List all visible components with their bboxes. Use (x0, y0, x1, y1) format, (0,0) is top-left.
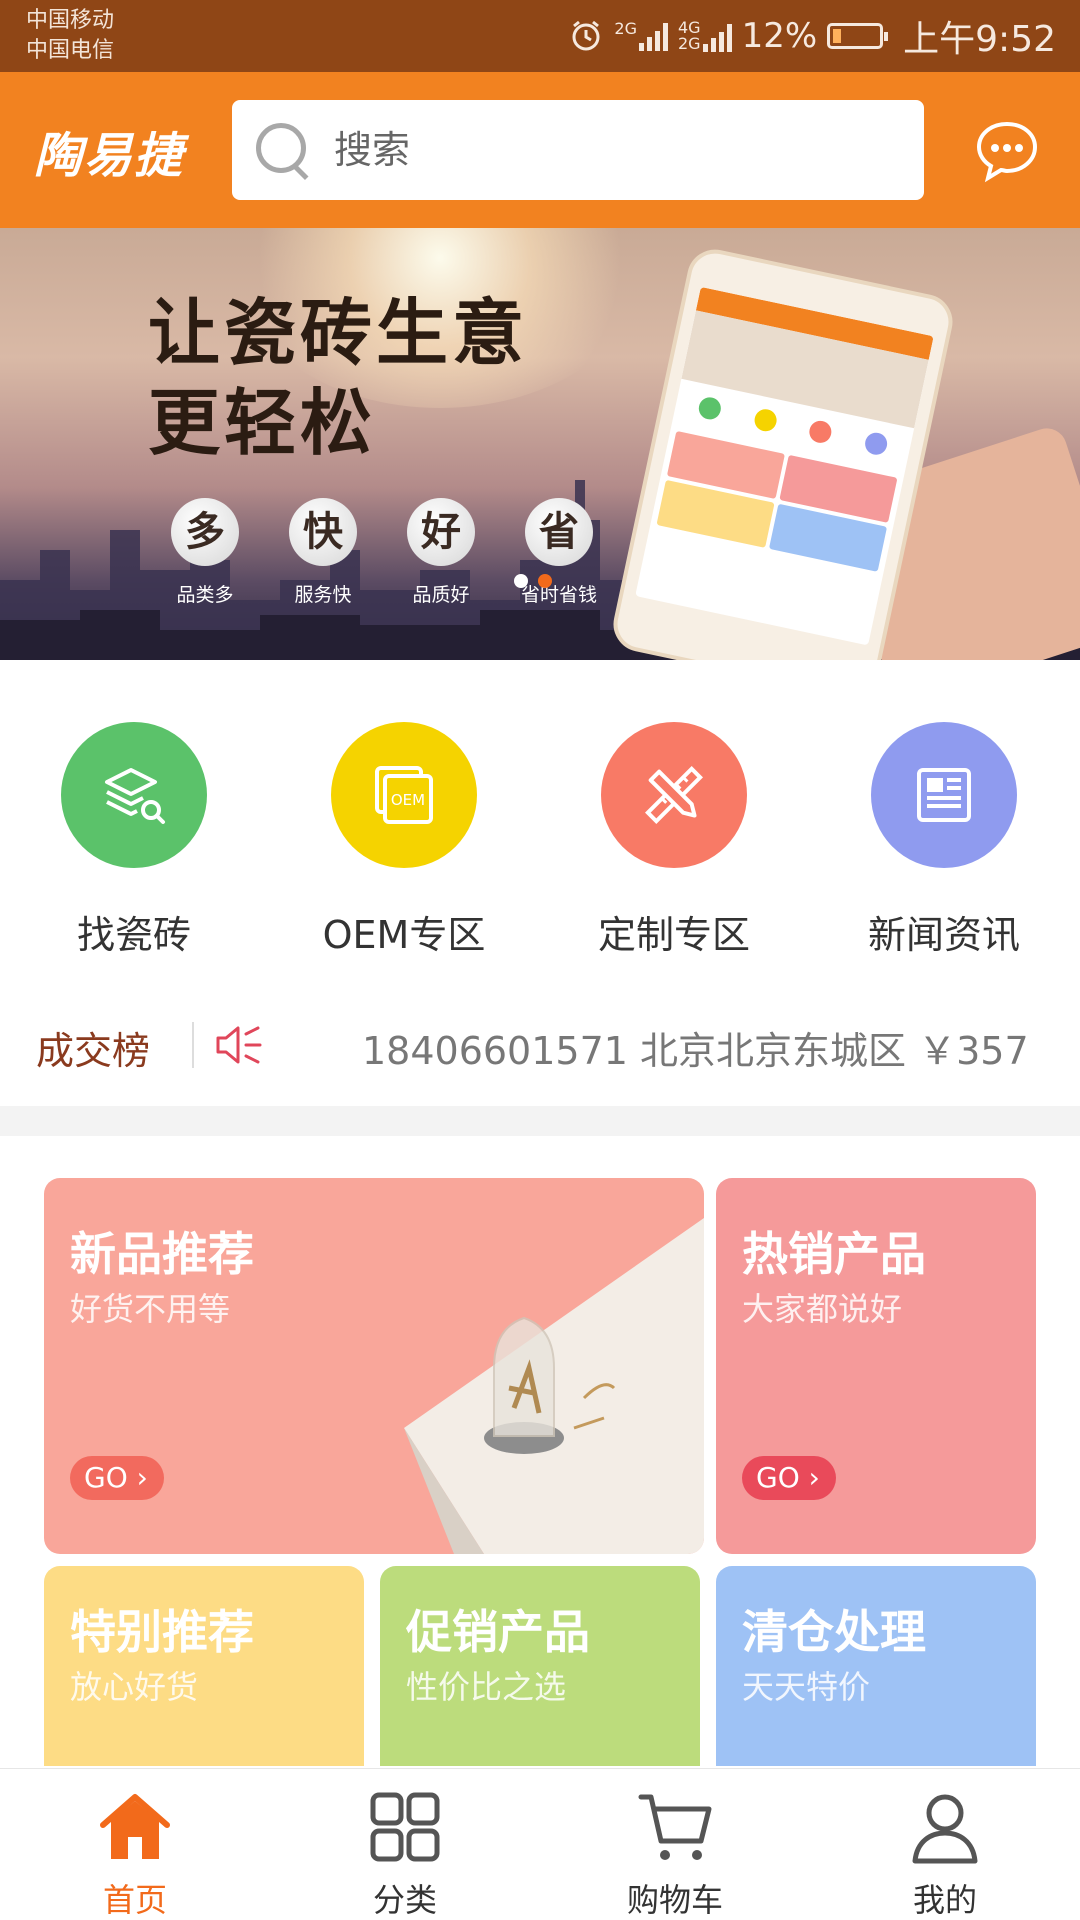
nav-item-profile[interactable]: 我的 (810, 1769, 1080, 1920)
search-bar[interactable] (232, 100, 924, 200)
alarm-icon (572, 20, 600, 51)
nav-item-cart[interactable]: 购物车 (540, 1769, 810, 1920)
card-clearance[interactable]: 清仓处理 天天特价 (716, 1566, 1036, 1766)
quick-link-find-tiles[interactable]: 找瓷砖 (34, 722, 234, 959)
layers-search-icon (61, 722, 207, 868)
banner-tag-label: 品质好 (412, 584, 470, 606)
quick-link-label: 找瓷砖 (76, 913, 191, 957)
signal-2-label-bottom: 2G (678, 34, 701, 53)
quick-link-label: 定制专区 (597, 913, 750, 957)
chevron-right-icon: › (808, 1461, 820, 1494)
oem-icon-text: OEM (391, 791, 425, 809)
quick-link-oem[interactable]: OEM OEM专区 (304, 722, 504, 959)
ticker-text: 18406601571 北京北京东城区 ￥357 (362, 1029, 1029, 1073)
nav-label: 分类 (372, 1881, 437, 1919)
card-title: 清仓处理 (742, 1605, 926, 1659)
battery-percent: 12% (741, 16, 818, 56)
card-special[interactable]: 特别推荐 放心好货 (44, 1566, 364, 1766)
banner-title: 让瓷砖生意 更轻松 (148, 288, 528, 468)
user-icon (912, 1794, 978, 1864)
banner-tag-char: 快 (289, 498, 357, 566)
banner-tags: 多 品类多 快 服务快 好 品质好 省 省时省钱 (146, 498, 618, 607)
banner-tag: 省 省时省钱 (500, 498, 618, 607)
banner-tag-char: 省 (525, 498, 593, 566)
nav-item-home[interactable]: 首页 (0, 1769, 270, 1920)
quick-link-label: OEM专区 (322, 913, 486, 957)
app-header: 陶易捷 (0, 72, 1080, 228)
carousel-dot-active[interactable] (538, 574, 552, 588)
signal-2-icon: 4G 2G (678, 20, 732, 52)
banner-tag: 多 品类多 (146, 498, 264, 607)
promo-banner[interactable]: 让瓷砖生意 更轻松 多 品类多 快 服务快 好 品质好 省 省时省钱 (0, 228, 1080, 660)
quick-links: 找瓷砖 OEM OEM专区 定制专区 新闻资讯 (0, 660, 1080, 990)
nav-label: 首页 (102, 1881, 167, 1919)
carrier-2: 中国电信 (26, 38, 115, 63)
go-button[interactable]: GO › (742, 1456, 836, 1500)
tile-product-image (404, 1218, 704, 1554)
card-title: 特别推荐 (70, 1605, 254, 1659)
go-button[interactable]: GO › (70, 1456, 164, 1500)
battery-icon (827, 23, 889, 49)
nav-item-category[interactable]: 分类 (270, 1769, 540, 1920)
bottom-nav: 首页 分类 购物车 我的 (0, 1768, 1080, 1920)
carousel-dot[interactable] (514, 574, 528, 588)
search-icon (252, 119, 314, 181)
ticker-divider (192, 1022, 194, 1068)
ruler-pencil-icon (601, 722, 747, 868)
quick-link-custom[interactable]: 定制专区 (574, 722, 774, 959)
app-logo: 陶易捷 (34, 128, 185, 184)
status-bar: 中国移动 中国电信 2G 4G 2G 12% 上午9:52 (0, 0, 1080, 72)
card-subtitle: 大家都说好 (742, 1290, 903, 1328)
carrier-1: 中国移动 (26, 8, 115, 33)
quick-link-news[interactable]: 新闻资讯 (844, 722, 1044, 959)
search-input[interactable] (334, 128, 894, 172)
banner-tag-label: 品类多 (176, 584, 234, 606)
carrier-info: 中国移动 中国电信 (26, 6, 114, 66)
card-promo[interactable]: 促销产品 性价比之选 (380, 1566, 700, 1766)
card-subtitle: 好货不用等 (70, 1290, 231, 1328)
clock: 上午9:52 (903, 19, 1056, 60)
cart-icon (638, 1794, 712, 1860)
card-title: 热销产品 (742, 1227, 926, 1281)
card-subtitle: 放心好货 (70, 1668, 199, 1706)
banner-title-line2: 更轻松 (148, 381, 377, 465)
nav-label: 我的 (912, 1881, 977, 1919)
speaker-icon (216, 1026, 262, 1064)
section-divider (0, 1106, 1080, 1136)
chevron-right-icon: › (136, 1461, 148, 1494)
deals-ticker[interactable]: 成交榜 18406601571 北京北京东城区 ￥357 (0, 990, 1080, 1100)
go-label: GO (84, 1461, 128, 1494)
nav-label: 购物车 (626, 1881, 723, 1919)
banner-tag: 快 服务快 (264, 498, 382, 607)
status-icons: 2G 4G 2G 12% 上午9:52 (568, 10, 1056, 62)
ticker-title: 成交榜 (36, 1029, 151, 1073)
card-subtitle: 天天特价 (742, 1668, 871, 1706)
home-icon (100, 1794, 170, 1859)
banner-tag-char: 好 (407, 498, 475, 566)
signal-1-label: 2G (614, 19, 637, 38)
card-hot-products[interactable]: 热销产品 大家都说好 GO › (716, 1178, 1036, 1554)
oem-icon: OEM (331, 722, 477, 868)
grid-icon (370, 1792, 440, 1862)
banner-tag-char: 多 (171, 498, 239, 566)
go-label: GO (756, 1461, 800, 1494)
newspaper-icon (871, 722, 1017, 868)
signal-1-icon: 2G (614, 21, 668, 51)
banner-tag: 好 品质好 (382, 498, 500, 607)
card-new-products[interactable]: 新品推荐 好货不用等 GO › (44, 1178, 704, 1554)
card-title: 促销产品 (406, 1605, 590, 1659)
card-title: 新品推荐 (70, 1227, 254, 1281)
quick-link-label: 新闻资讯 (867, 913, 1020, 957)
banner-title-line1: 让瓷砖生意 (148, 291, 529, 375)
message-icon[interactable] (974, 118, 1040, 184)
banner-tag-label: 服务快 (294, 584, 352, 606)
carousel-indicator[interactable] (514, 574, 552, 588)
card-subtitle: 性价比之选 (406, 1668, 567, 1706)
